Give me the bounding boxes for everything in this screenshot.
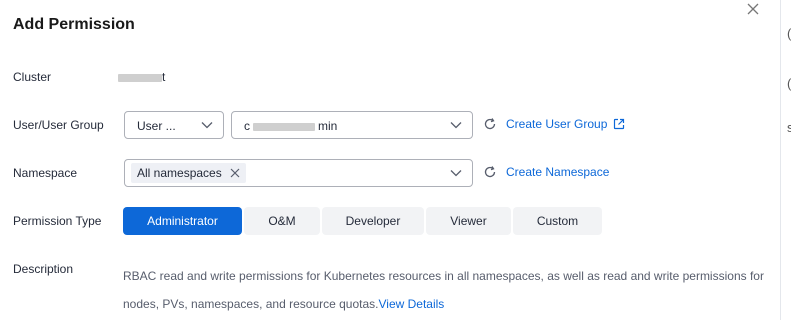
external-link-icon[interactable]: [613, 118, 625, 130]
description-text-block: RBAC read and write permissions for Kube…: [123, 262, 773, 318]
masked-text: [118, 73, 162, 82]
namespace-tag-label: All namespaces: [137, 166, 222, 180]
create-namespace-link[interactable]: Create Namespace: [506, 165, 609, 179]
permission-option-custom[interactable]: Custom: [513, 207, 602, 235]
create-user-group-link[interactable]: Create User Group: [506, 117, 607, 131]
permission-option-om[interactable]: O&M: [244, 207, 320, 235]
dialog-title: Add Permission: [13, 16, 135, 33]
chevron-down-icon: [450, 170, 462, 177]
namespace-label: Namespace: [13, 166, 78, 180]
user-type-select[interactable]: User ...: [124, 111, 224, 139]
user-select[interactable]: c min: [231, 111, 473, 139]
masked-text: [253, 122, 315, 131]
namespace-tag: All namespaces: [131, 163, 246, 183]
permission-type-label: Permission Type: [13, 214, 102, 228]
permission-option-administrator[interactable]: Administrator: [123, 207, 242, 235]
permission-option-developer[interactable]: Developer: [322, 207, 424, 235]
cluster-value-suffix: t: [162, 70, 166, 84]
user-select-value: c min: [244, 119, 337, 133]
namespace-select[interactable]: All namespaces: [124, 159, 473, 187]
partial-icon: (: [787, 76, 791, 91]
user-group-label: User/User Group: [13, 118, 104, 132]
partial-icon: s: [787, 120, 791, 135]
permission-option-viewer[interactable]: Viewer: [426, 207, 511, 235]
description-label: Description: [13, 262, 74, 276]
view-details-link[interactable]: View Details: [379, 297, 445, 311]
chevron-down-icon: [450, 122, 462, 129]
refresh-icon[interactable]: [483, 165, 497, 179]
refresh-icon[interactable]: [483, 117, 497, 131]
cluster-value: t: [118, 70, 165, 84]
user-type-select-value: User ...: [137, 119, 176, 133]
add-permission-dialog: Add Permission Cluster t User/User Group…: [0, 0, 780, 320]
user-value-suffix: min: [318, 119, 338, 133]
cluster-label: Cluster: [13, 70, 52, 84]
user-value-prefix: c: [244, 119, 250, 133]
remove-tag-icon[interactable]: [230, 168, 240, 178]
close-icon[interactable]: [744, 2, 762, 20]
background-panel-edge: ( ( s: [781, 0, 791, 320]
partial-icon: (: [787, 26, 791, 41]
chevron-down-icon: [201, 122, 213, 129]
